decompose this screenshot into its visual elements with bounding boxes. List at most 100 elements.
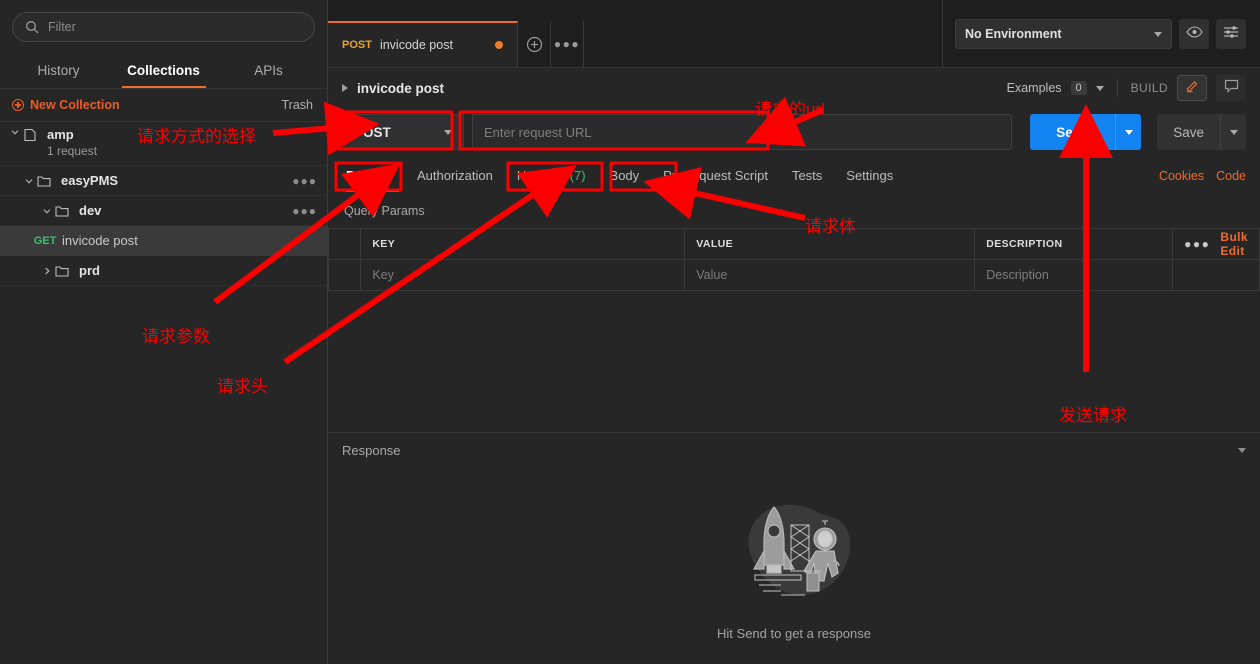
filter-section xyxy=(0,0,327,42)
tab-authorization[interactable]: Authorization xyxy=(405,162,505,192)
tab-options-button[interactable]: ●●● xyxy=(551,21,584,67)
save-button-group: Save xyxy=(1157,114,1246,150)
environment-selected-label: No Environment xyxy=(965,27,1062,41)
http-method-label: POST xyxy=(354,124,391,140)
chevron-down-icon[interactable] xyxy=(22,176,36,186)
tab-params[interactable]: Params xyxy=(342,162,405,192)
row-checkbox-cell[interactable] xyxy=(327,259,362,291)
new-collection-label: New Collection xyxy=(30,98,120,112)
main-panel: POST invicode post ●●● No Environment in… xyxy=(327,0,1260,664)
tree-item-easypms[interactable]: easyPMS ●●● xyxy=(0,166,327,196)
rocket-astronaut-illustration xyxy=(729,491,859,616)
environment-selector[interactable]: No Environment xyxy=(955,19,1172,49)
tab-label: Params xyxy=(346,168,393,183)
tree-item-label: easyPMS xyxy=(61,173,119,188)
sidebar-tab-apis[interactable]: APIs xyxy=(216,56,321,88)
chevron-right-icon[interactable] xyxy=(342,84,348,92)
unsaved-indicator-icon xyxy=(495,41,503,49)
tab-body[interactable]: Body xyxy=(598,162,652,192)
collection-actions: New Collection Trash xyxy=(0,89,327,121)
tree-item-dev[interactable]: dev ●●● xyxy=(0,196,327,226)
plus-circle-icon xyxy=(526,36,543,53)
tree-item-prd[interactable]: prd xyxy=(0,256,327,286)
code-link[interactable]: Code xyxy=(1216,169,1246,183)
tab-tests[interactable]: Tests xyxy=(780,162,834,192)
send-options-button[interactable] xyxy=(1115,114,1142,150)
build-label: BUILD xyxy=(1130,81,1168,95)
trash-link[interactable]: Trash xyxy=(282,98,314,112)
comment-icon xyxy=(1224,79,1239,98)
cookies-link[interactable]: Cookies xyxy=(1159,169,1204,183)
tab-label: Settings xyxy=(846,168,894,183)
collection-icon xyxy=(22,127,38,143)
tree-item-label: amp xyxy=(47,127,74,142)
tab-method-label: POST xyxy=(342,39,372,51)
chevron-down-icon[interactable] xyxy=(1238,448,1246,453)
edit-mode-button[interactable] xyxy=(1177,75,1207,101)
environment-area: No Environment xyxy=(942,0,1260,68)
plus-circle-icon xyxy=(12,99,24,111)
chevron-down-icon[interactable] xyxy=(8,127,22,137)
request-header-bar: invicode post Examples 0 BUILD xyxy=(328,68,1260,108)
folder-icon xyxy=(54,263,70,279)
send-button[interactable]: Send xyxy=(1030,114,1116,150)
request-config-tabs: Params Authorization Headers (7) Body Pr… xyxy=(328,158,1260,192)
ellipsis-icon[interactable]: ●●● xyxy=(292,174,317,188)
tab-name-label: invicode post xyxy=(379,38,453,52)
tab-label: Authorization xyxy=(416,168,493,183)
tree-item-invicode-post[interactable]: GET invicode post xyxy=(0,226,327,256)
column-header-value: VALUE xyxy=(684,228,976,260)
save-button[interactable]: Save xyxy=(1157,114,1220,150)
divider xyxy=(1116,79,1118,97)
table-actions-header: ●●● Bulk Edit xyxy=(1172,228,1260,260)
sliders-icon xyxy=(1223,25,1239,44)
send-button-group: Send xyxy=(1030,114,1142,150)
examples-label[interactable]: Examples xyxy=(1007,81,1062,95)
request-url-input[interactable] xyxy=(472,114,1013,150)
pencil-icon xyxy=(1185,78,1200,98)
comment-button[interactable] xyxy=(1216,75,1246,101)
row-description-cell[interactable]: Description xyxy=(974,259,1174,291)
row-value-cell[interactable]: Value xyxy=(684,259,976,291)
column-header-description: DESCRIPTION xyxy=(974,228,1174,260)
top-bar: POST invicode post ●●● No Environment xyxy=(328,0,1260,68)
response-bar: Response xyxy=(328,432,1260,468)
ellipsis-icon[interactable]: ●●● xyxy=(1184,237,1210,251)
filter-field[interactable] xyxy=(48,20,302,34)
chevron-down-icon[interactable] xyxy=(1095,85,1104,91)
new-tab-button[interactable] xyxy=(518,21,551,67)
new-collection-button[interactable]: New Collection xyxy=(12,98,120,112)
table-row[interactable]: Key Value Description xyxy=(327,259,1260,291)
sidebar-tab-history[interactable]: History xyxy=(6,56,111,88)
chevron-down-icon xyxy=(444,129,452,135)
search-input[interactable] xyxy=(12,12,315,42)
chevron-down-icon xyxy=(1124,129,1133,135)
sidebar-tab-collections[interactable]: Collections xyxy=(111,56,216,88)
chevron-down-icon[interactable] xyxy=(40,206,54,216)
examples-count-badge: 0 xyxy=(1070,81,1087,95)
row-actions-cell[interactable] xyxy=(1172,259,1260,291)
tab-pre-request-script[interactable]: Pre-request Script xyxy=(651,162,780,192)
tab-settings[interactable]: Settings xyxy=(834,162,905,192)
chevron-right-icon[interactable] xyxy=(40,266,54,276)
chevron-down-icon xyxy=(1154,31,1162,37)
tree-item-amp[interactable]: amp 1 request xyxy=(0,122,327,166)
sidebar-tabs: History Collections APIs xyxy=(0,56,327,88)
bulk-edit-link[interactable]: Bulk Edit xyxy=(1220,230,1248,258)
request-tab-invicode-post[interactable]: POST invicode post xyxy=(328,21,518,67)
environment-settings-button[interactable] xyxy=(1216,19,1246,49)
row-key-cell[interactable]: Key xyxy=(360,259,686,291)
content-spacer xyxy=(328,291,1260,432)
ellipsis-icon: ●●● xyxy=(553,37,581,51)
save-options-button[interactable] xyxy=(1220,114,1246,150)
tree-item-label: prd xyxy=(79,263,100,278)
request-tab-strip: POST invicode post ●●● xyxy=(328,0,942,67)
http-method-selector[interactable]: POST xyxy=(342,114,464,150)
sidebar: History Collections APIs New Collection … xyxy=(0,0,328,664)
table-header-row: KEY VALUE DESCRIPTION ●●● Bulk Edit xyxy=(327,228,1260,260)
tab-headers[interactable]: Headers (7) xyxy=(505,162,598,192)
column-header-key: KEY xyxy=(360,228,686,260)
ellipsis-icon[interactable]: ●●● xyxy=(292,204,317,218)
environment-quick-look-button[interactable] xyxy=(1179,19,1209,49)
tree-item-request-count: 1 request xyxy=(47,144,98,158)
